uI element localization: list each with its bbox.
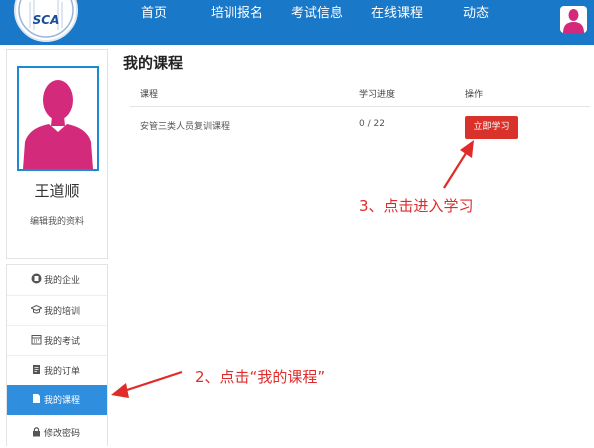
annotation-step3: 3、点击进入学习 bbox=[359, 197, 474, 215]
annotation-step2: 2、点击“我的课程” bbox=[195, 368, 326, 386]
